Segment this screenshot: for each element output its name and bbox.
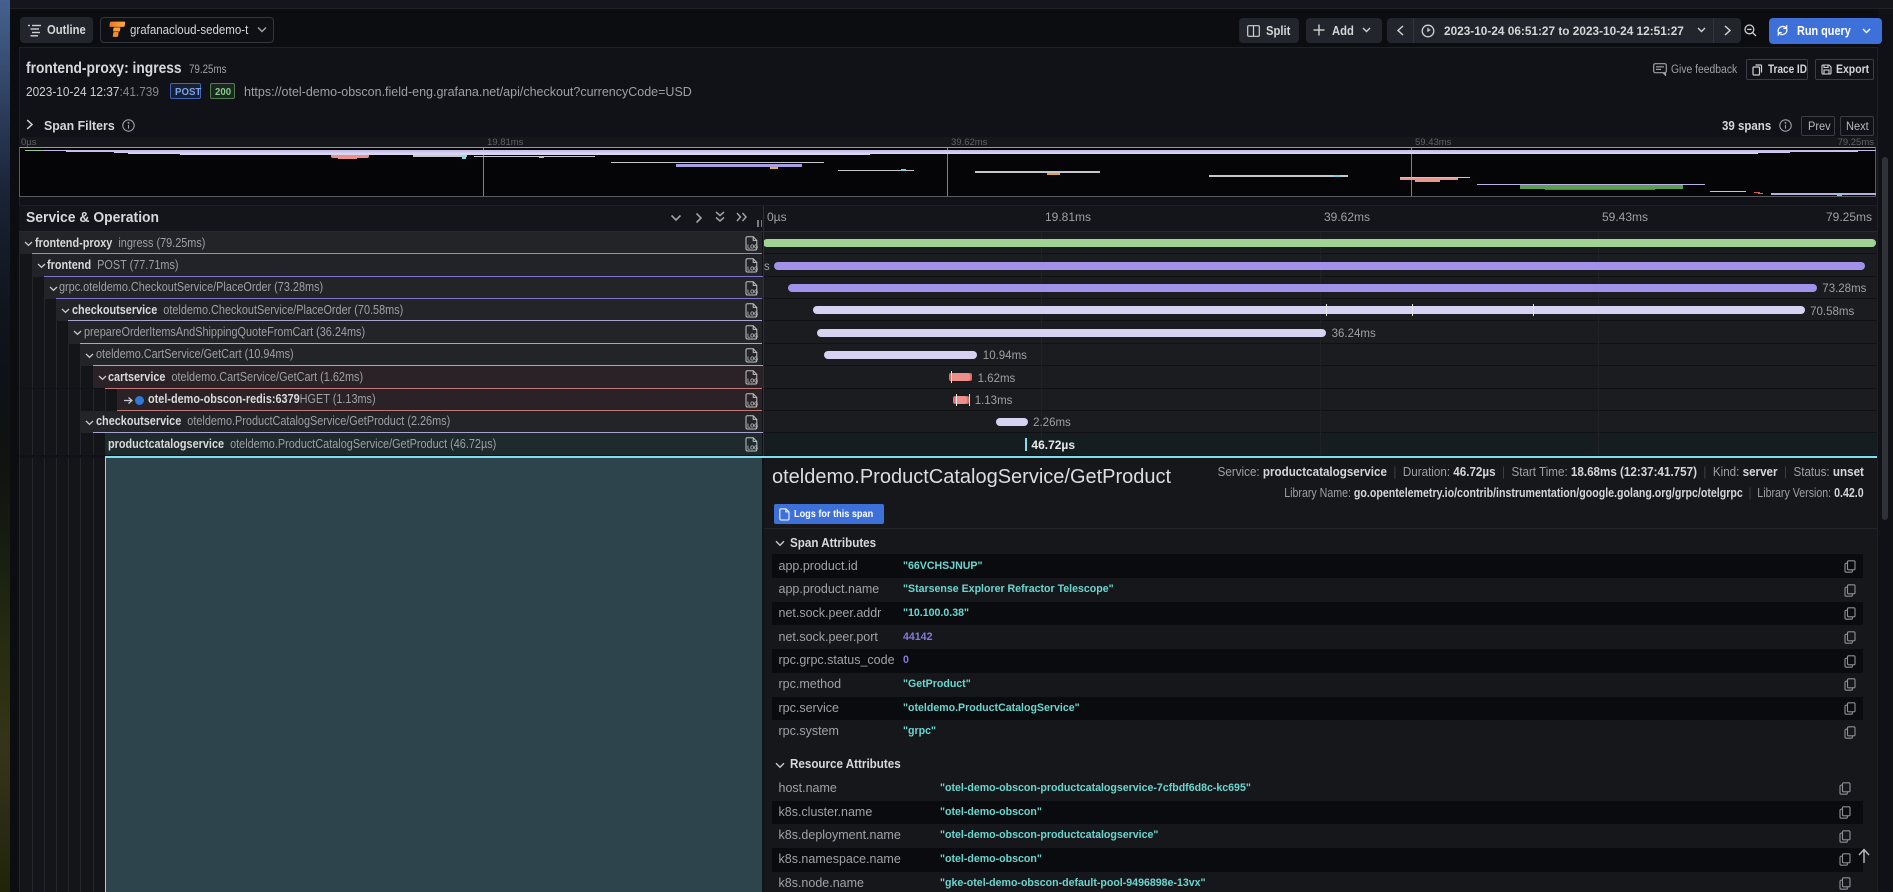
svg-text:LOG: LOG — [747, 334, 758, 340]
svg-text:LOG: LOG — [747, 289, 758, 295]
svg-text:LOG: LOG — [747, 356, 758, 362]
svg-text:LOG: LOG — [747, 378, 758, 384]
svg-text:LOG: LOG — [747, 423, 758, 429]
svg-text:LOG: LOG — [747, 244, 758, 250]
svg-text:LOG: LOG — [747, 445, 758, 451]
svg-text:LOG: LOG — [747, 401, 758, 407]
svg-text:LOG: LOG — [747, 311, 758, 317]
svg-text:LOG: LOG — [747, 267, 758, 273]
